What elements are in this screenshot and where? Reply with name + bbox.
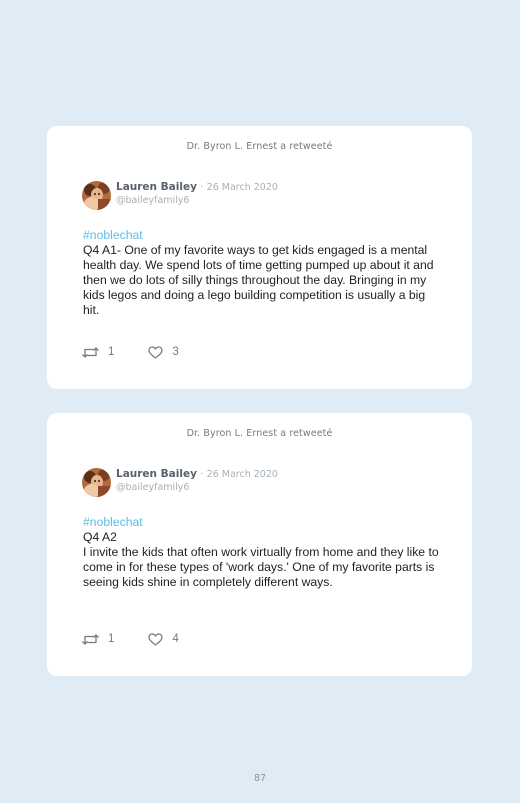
tweet-actions: 1 4 [82, 631, 179, 647]
author-handle[interactable]: @baileyfamily6 [116, 195, 189, 206]
author-avatar[interactable] [82, 181, 111, 210]
tweet-author-line: Lauren Bailey · 26 March 2020 [116, 181, 278, 193]
retweeted-by-label: Dr. Byron L. Ernest a retweeté [186, 141, 333, 152]
tweet-author-line: Lauren Bailey · 26 March 2020 [116, 468, 278, 480]
heart-icon [148, 632, 164, 646]
author-separator: · [200, 182, 204, 193]
retweeted-by-label: Dr. Byron L. Ernest a retweeté [186, 428, 333, 439]
like-button[interactable]: 4 [148, 632, 179, 646]
heart-icon [148, 345, 164, 359]
like-count: 4 [172, 633, 179, 645]
retweet-button[interactable]: 1 [82, 633, 114, 646]
like-button[interactable]: 3 [148, 345, 179, 359]
hashtag-link[interactable]: #noblechat [83, 228, 443, 243]
avatar-photo-icon [82, 181, 111, 210]
author-avatar[interactable] [82, 468, 111, 497]
hashtag-link[interactable]: #noblechat [83, 515, 443, 530]
retweet-count: 1 [108, 346, 115, 358]
retweet-count: 1 [108, 633, 115, 645]
retweet-icon [82, 346, 99, 358]
tweet-text: #noblechat Q4 A1- One of my favorite way… [83, 228, 443, 318]
retweet-button[interactable]: 1 [82, 346, 114, 359]
tweet-date[interactable]: 26 March 2020 [207, 182, 278, 193]
tweet-text-line: Q4 A2 [83, 530, 117, 544]
tweet-actions: 1 3 [82, 344, 179, 360]
avatar-photo-icon [82, 468, 111, 497]
author-handle[interactable]: @baileyfamily6 [116, 482, 189, 493]
like-count: 3 [172, 346, 179, 358]
tweet-text-line: I invite the kids that often work virtua… [83, 545, 439, 589]
tweet-text: #noblechat Q4 A2 I invite the kids that … [83, 515, 443, 590]
tweet-date[interactable]: 26 March 2020 [207, 469, 278, 480]
retweet-icon [82, 633, 99, 645]
author-name[interactable]: Lauren Bailey [116, 181, 197, 193]
author-separator: · [200, 469, 204, 480]
page-number: 87 [253, 773, 267, 784]
tweet-card: Dr. Byron L. Ernest a retweeté Lauren Ba… [47, 126, 472, 389]
author-name[interactable]: Lauren Bailey [116, 468, 197, 480]
tweet-text-line: Q4 A1- One of my favorite ways to get ki… [83, 243, 434, 317]
tweet-card: Dr. Byron L. Ernest a retweeté Lauren Ba… [47, 413, 472, 676]
